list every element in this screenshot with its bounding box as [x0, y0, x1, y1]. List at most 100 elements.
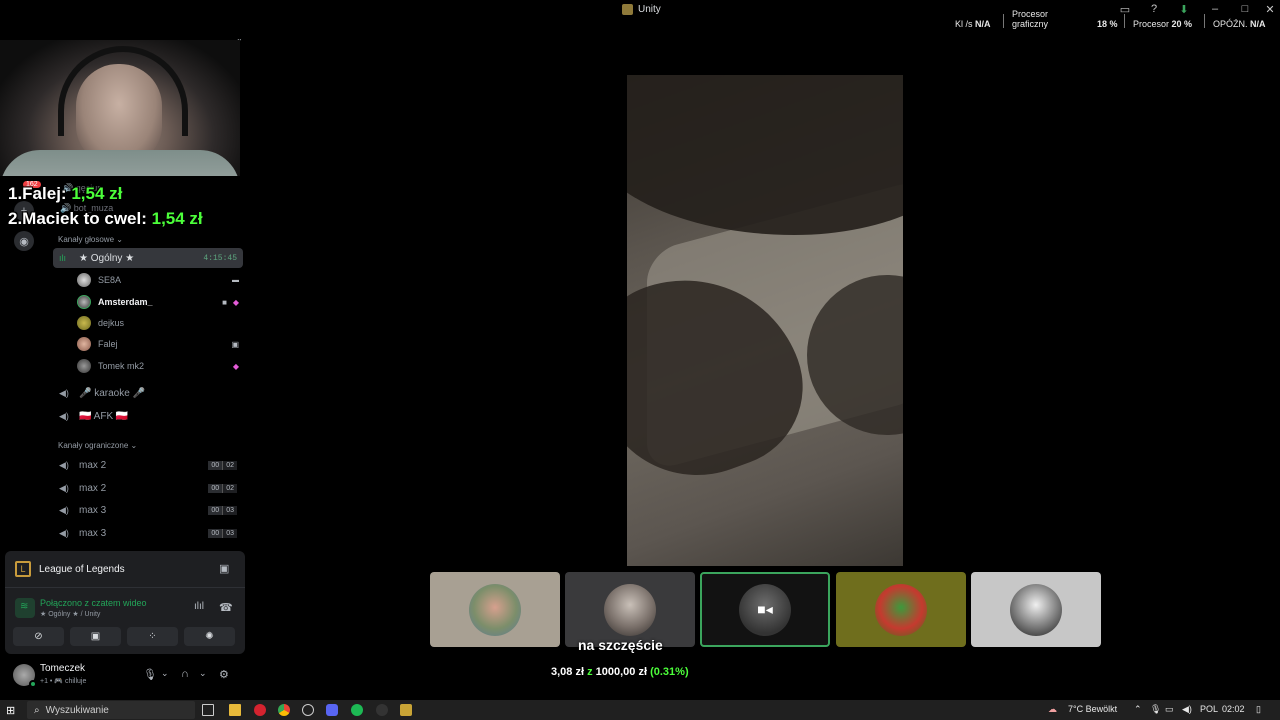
discover-icon[interactable]: ◉	[14, 231, 34, 251]
help-icon[interactable]: ?	[1146, 3, 1162, 15]
signal-icon: ≋	[20, 601, 29, 612]
activity-options-icon[interactable]: ▣	[219, 562, 229, 575]
camera-off-icon: ⊘	[34, 631, 43, 642]
activities-icon: ⁘	[148, 631, 157, 642]
gpu-value: 18 %	[1097, 19, 1118, 29]
shirt-shape	[0, 150, 240, 176]
voice-member[interactable]: Amsterdam_ ■ ◆	[77, 293, 243, 311]
activities-button[interactable]: ⁘	[127, 627, 178, 646]
avatar	[604, 583, 656, 636]
leaderboard-entry: 2.Maciek to cwel: 1,54 zł	[8, 209, 203, 228]
avatar	[77, 359, 91, 373]
close-icon[interactable]: ✕	[1262, 3, 1278, 16]
username[interactable]: Tomeczek	[40, 663, 85, 674]
kb-stat: Kl /s N/A	[955, 19, 991, 29]
share-screen-button[interactable]: ▣	[70, 627, 121, 646]
participant-tile[interactable]	[971, 572, 1101, 647]
windows-start-icon[interactable]: ⊞	[6, 704, 15, 717]
microphone-icon[interactable]: 🎙	[1150, 704, 1161, 715]
avatar	[469, 583, 521, 636]
game-activity[interactable]: L League of Legends	[15, 561, 125, 577]
user-limit-badge: 00 03	[208, 528, 237, 538]
donation-goal: 3,08 zł z 1000,00 zł (0.31%)	[551, 666, 689, 678]
camera-off-button[interactable]: ⊘	[13, 627, 64, 646]
webcam-overlay	[0, 40, 240, 176]
soundboard-button[interactable]: ✺	[184, 627, 235, 646]
task-view-icon[interactable]	[202, 704, 214, 716]
activity-icon: ◆	[232, 297, 239, 307]
voice-channel-active[interactable]: ılı ★ Ogólny ★ 4:15:45	[53, 248, 243, 268]
participant-tile[interactable]	[430, 572, 560, 647]
voice-activity-icon: ılı	[59, 253, 67, 263]
disconnect-icon[interactable]: ☎	[219, 601, 233, 614]
voice-member[interactable]: Falej ▣	[77, 335, 243, 353]
speaker-icon: ◀)	[59, 483, 69, 493]
network-icon[interactable]: ▭	[1165, 704, 1174, 715]
main-video-feed[interactable]	[627, 75, 903, 566]
participant-tile[interactable]	[836, 572, 966, 647]
screen-icon[interactable]: ▭	[1117, 3, 1133, 16]
maximize-icon[interactable]: □	[1237, 3, 1253, 15]
voice-channel-limited[interactable]: ◀) max 3 00 03	[53, 523, 243, 543]
voice-member[interactable]: SE8A ▬	[77, 271, 243, 289]
avatar	[77, 337, 91, 351]
face-shape	[76, 64, 162, 164]
noise-suppression-icon[interactable]: ılıl	[194, 601, 204, 612]
headphones-icon[interactable]: ∩	[181, 668, 189, 680]
microphone-icon[interactable]: 🎙	[143, 668, 157, 681]
title-bar: Unity ▭ ? ⬇ – □ ✕	[0, 0, 1280, 22]
chevron-up-icon[interactable]: ⌃	[1134, 704, 1142, 715]
camera-icon: ■	[222, 297, 227, 307]
shadow-region	[627, 75, 903, 235]
discord-icon[interactable]	[326, 704, 338, 716]
leaderboard-entry: 1.Falej: 1,54 zł	[8, 184, 123, 203]
activity-icon: ◆	[232, 361, 239, 371]
volume-icon[interactable]: ◀)	[1182, 704, 1192, 715]
participant-tile[interactable]	[565, 572, 695, 647]
weather-icon[interactable]: ☁	[1048, 704, 1057, 715]
opera-icon[interactable]	[254, 704, 266, 716]
speaker-icon: ◀)	[59, 505, 69, 515]
connection-status[interactable]: Połączono z czatem wideo	[40, 598, 147, 608]
file-explorer-icon[interactable]	[229, 704, 241, 716]
participant-tile-selected[interactable]: ■◂	[700, 572, 830, 647]
video-camera-icon: ■◂	[757, 601, 773, 617]
taskbar-search[interactable]: ⌕ Wyszukiwanie	[27, 701, 195, 719]
settings-gear-icon[interactable]: ⚙	[219, 668, 229, 681]
user-panel: Tomeczek +1 • 🎮 chilluje 🎙 ⌄ ∩ ⌄ ⚙	[5, 658, 245, 694]
user-limit-badge: 00 02	[208, 483, 237, 493]
voice-channel[interactable]: ◀) 🇵🇱 AFK 🇵🇱	[53, 406, 243, 426]
perf-divider	[1124, 14, 1125, 28]
app-icon[interactable]	[302, 704, 314, 716]
user-limit-badge: 00 03	[208, 505, 237, 515]
capcut-icon[interactable]	[376, 704, 388, 716]
voice-channel-limited[interactable]: ◀) max 2 00 02	[53, 455, 243, 475]
league-of-legends-icon: L	[15, 561, 31, 577]
clock[interactable]: 02:02	[1222, 704, 1245, 714]
voice-channel[interactable]: ◀) 🎤 karaoke 🎤	[53, 383, 243, 403]
speaker-icon: ◀)	[59, 460, 69, 470]
voice-member[interactable]: dejkus	[77, 314, 243, 332]
voice-category[interactable]: Kanały głosowe ⌄	[58, 235, 123, 244]
language-indicator[interactable]: POL	[1200, 704, 1218, 714]
connection-channel[interactable]: ★ Ogólny ★ / Unity	[40, 610, 100, 618]
voice-connection-panel: L League of Legends ▣ ≋ Połączono z czat…	[5, 551, 245, 654]
chevron-down-icon[interactable]: ⌄	[199, 668, 207, 679]
user-status: +1 • 🎮 chilluje	[40, 678, 87, 685]
speaker-icon: ◀)	[59, 528, 69, 538]
chrome-icon[interactable]	[278, 704, 290, 716]
unity-app-icon[interactable]	[400, 704, 412, 716]
voice-channel-limited[interactable]: ◀) max 3 00 03	[53, 500, 243, 520]
notifications-icon[interactable]: ▯	[1256, 704, 1261, 715]
download-icon[interactable]: ⬇	[1176, 3, 1192, 16]
restricted-category[interactable]: Kanały ograniczone ⌄	[58, 441, 137, 450]
weather-text[interactable]: 7°C Bewölkt	[1068, 704, 1117, 714]
minimize-icon[interactable]: –	[1207, 3, 1223, 15]
chevron-down-icon[interactable]: ⌄	[161, 668, 169, 679]
search-icon: ⌕	[34, 704, 40, 716]
speaker-icon: ◀)	[59, 411, 69, 421]
voice-member[interactable]: Tomek mk2 ◆	[77, 357, 243, 375]
spotify-icon[interactable]	[351, 704, 363, 716]
avatar	[77, 273, 91, 287]
voice-channel-limited[interactable]: ◀) max 2 00 02	[53, 478, 243, 498]
